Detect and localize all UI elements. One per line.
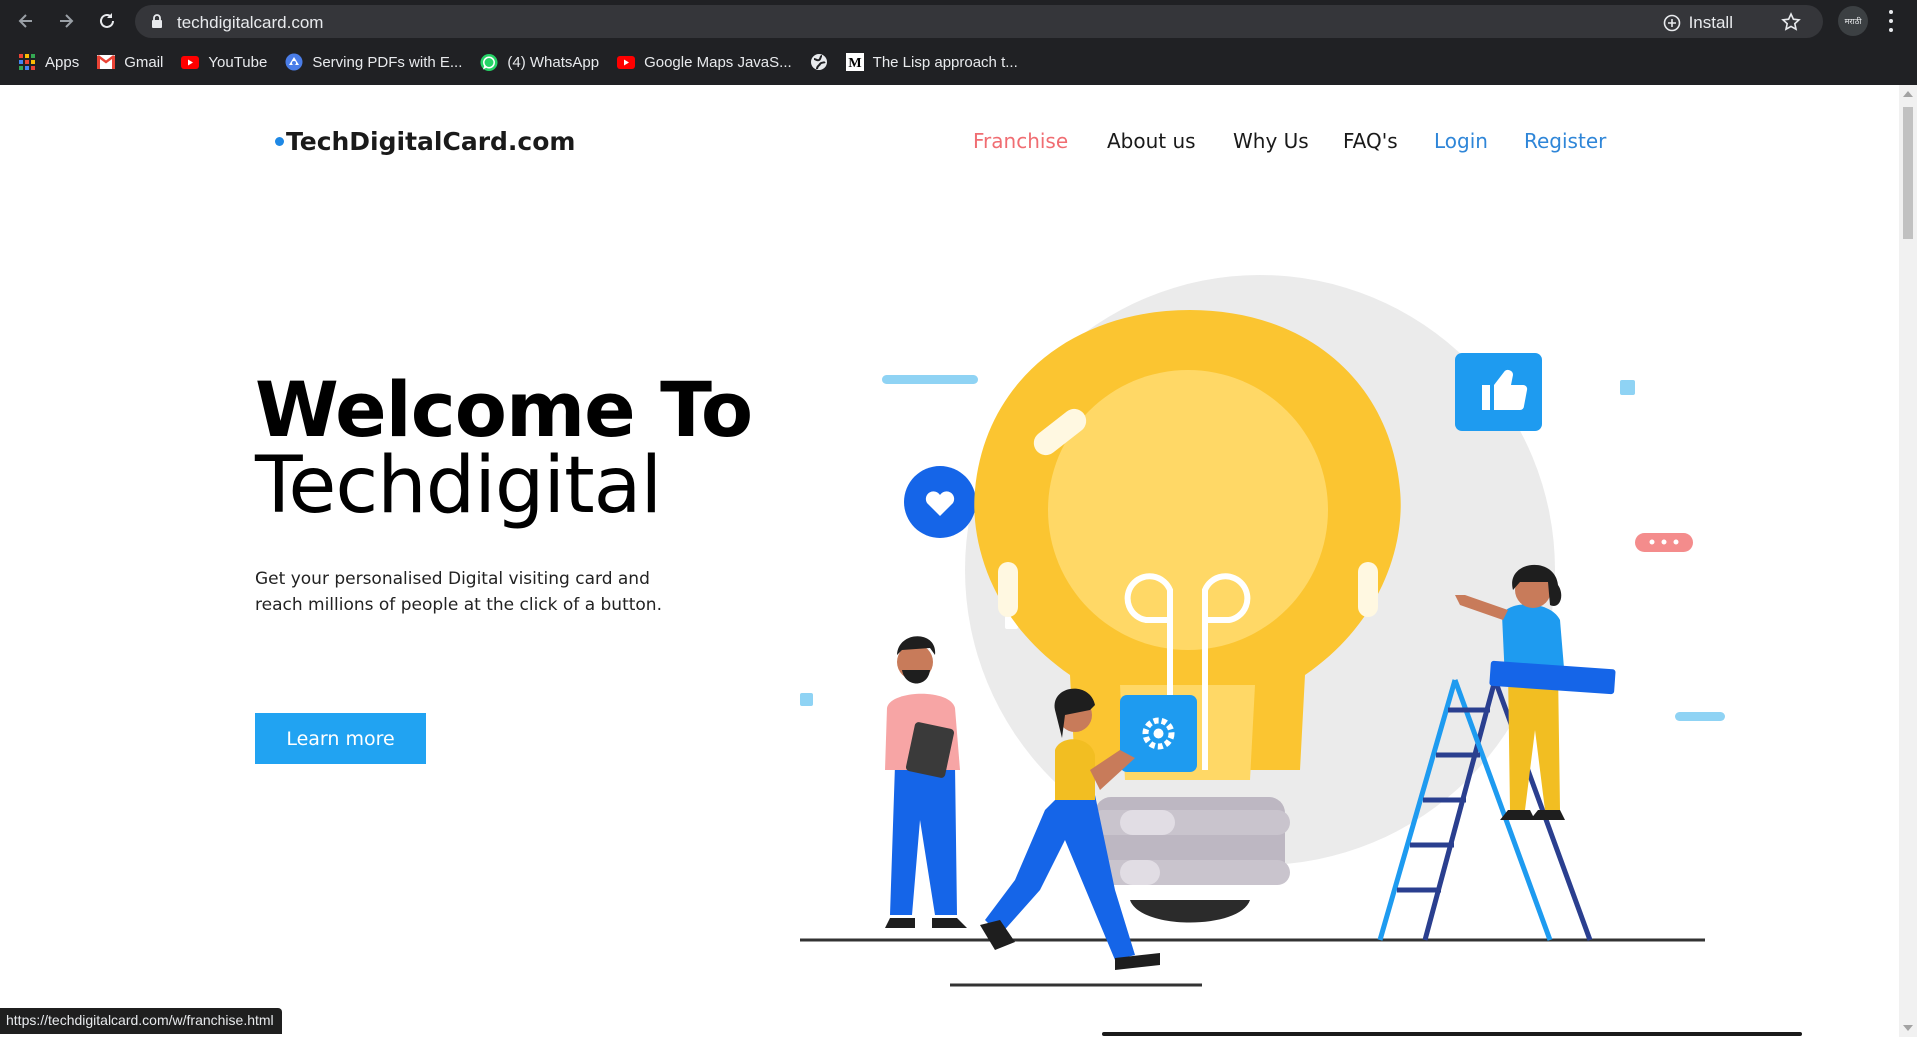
chat-dots-icon bbox=[1635, 533, 1693, 552]
logo-text: TechDigitalCard.com bbox=[286, 127, 576, 156]
hero-title-line2: Techdigital bbox=[255, 441, 662, 531]
pdf-service-icon bbox=[285, 53, 303, 71]
bookmark-label: Serving PDFs with E... bbox=[312, 53, 463, 71]
learn-more-button[interactable]: Learn more bbox=[255, 713, 426, 764]
lock-icon bbox=[151, 14, 163, 33]
web-page: TechDigitalCard.com Franchise About us W… bbox=[0, 85, 1899, 1037]
bookmark-youtube[interactable]: YouTube bbox=[181, 53, 267, 71]
hero-subtitle: Get your personalised Digital visiting c… bbox=[255, 569, 662, 615]
bookmark-label: Gmail bbox=[124, 53, 164, 71]
bookmark-lisp[interactable]: M The Lisp approach t... bbox=[845, 53, 1018, 71]
back-button[interactable] bbox=[12, 7, 40, 35]
profile-avatar[interactable]: मराठी bbox=[1838, 6, 1868, 36]
hero-illustration bbox=[800, 275, 1725, 987]
bookmark-label: The Lisp approach t... bbox=[872, 53, 1018, 71]
profile-text: मराठी bbox=[1844, 16, 1862, 26]
medium-icon: M bbox=[845, 53, 864, 71]
bookmark-label: (4) WhatsApp bbox=[507, 53, 600, 71]
reload-icon bbox=[100, 13, 114, 28]
forward-button[interactable] bbox=[52, 7, 80, 35]
bookmark-serving-pdfs[interactable]: Serving PDFs with E... bbox=[285, 53, 462, 71]
apps-grid-icon bbox=[18, 53, 36, 71]
scroll-down-arrow-icon[interactable] bbox=[1903, 1025, 1913, 1031]
nav-franchise[interactable]: Franchise bbox=[973, 129, 1068, 153]
nav-login[interactable]: Login bbox=[1434, 129, 1488, 153]
browser-chrome: techdigitalcard.com Install मराठी Apps G… bbox=[0, 0, 1917, 85]
install-plus-icon bbox=[1663, 14, 1680, 32]
scroll-up-arrow-icon[interactable] bbox=[1903, 91, 1913, 97]
deco-bar bbox=[882, 375, 978, 384]
bookmark-apps[interactable]: Apps bbox=[18, 53, 79, 71]
nav-register[interactable]: Register bbox=[1524, 129, 1606, 153]
deco-square bbox=[800, 693, 813, 706]
nav-about-us[interactable]: About us bbox=[1107, 129, 1196, 153]
bookmark-label: YouTube bbox=[208, 53, 268, 71]
bookmark-globe[interactable] bbox=[810, 53, 828, 71]
bookmark-star-icon[interactable] bbox=[1781, 12, 1801, 36]
bookmark-label: Apps bbox=[45, 53, 80, 71]
deco-square bbox=[1620, 380, 1635, 395]
logo-dot-icon bbox=[275, 137, 284, 146]
install-app-button[interactable]: Install bbox=[1663, 13, 1733, 33]
heart-icon bbox=[904, 466, 976, 538]
install-label: Install bbox=[1688, 13, 1733, 32]
browser-toolbar: techdigitalcard.com Install मराठी bbox=[0, 0, 1917, 42]
address-bar[interactable]: techdigitalcard.com Install bbox=[135, 5, 1823, 38]
bookmark-google-maps[interactable]: Google Maps JavaS... bbox=[617, 53, 792, 71]
arrow-left-icon bbox=[18, 14, 32, 28]
gmail-icon bbox=[97, 53, 116, 71]
site-logo[interactable]: TechDigitalCard.com bbox=[275, 127, 575, 156]
youtube-icon bbox=[181, 53, 200, 71]
page-scrollbar[interactable] bbox=[1899, 85, 1917, 1037]
bookmarks-bar: Apps Gmail YouTube Serving PDFs with E..… bbox=[0, 45, 1917, 79]
bookmark-label: Google Maps JavaS... bbox=[644, 53, 792, 71]
deco-bar bbox=[1675, 712, 1725, 721]
bookmark-gmail[interactable]: Gmail bbox=[97, 53, 163, 71]
menu-kebab-icon[interactable] bbox=[1885, 10, 1897, 32]
globe-icon bbox=[810, 53, 828, 71]
man-with-tablet-figure bbox=[885, 636, 967, 928]
link-status-bar: https://techdigitalcard.com/w/franchise.… bbox=[0, 1008, 282, 1034]
nav-why-us[interactable]: Why Us bbox=[1233, 129, 1309, 153]
svg-text:M: M bbox=[848, 56, 861, 71]
bookmark-whatsapp[interactable]: (4) WhatsApp bbox=[480, 53, 599, 71]
whatsapp-icon bbox=[480, 53, 498, 71]
youtube-icon bbox=[617, 53, 636, 71]
thumbs-up-icon bbox=[1455, 353, 1542, 431]
nav-faqs[interactable]: FAQ's bbox=[1343, 129, 1398, 153]
reload-button[interactable] bbox=[93, 7, 121, 35]
scroll-thumb[interactable] bbox=[1903, 107, 1913, 239]
arrow-right-icon bbox=[60, 14, 74, 28]
section-edge bbox=[1102, 1032, 1802, 1036]
address-url: techdigitalcard.com bbox=[177, 13, 324, 32]
